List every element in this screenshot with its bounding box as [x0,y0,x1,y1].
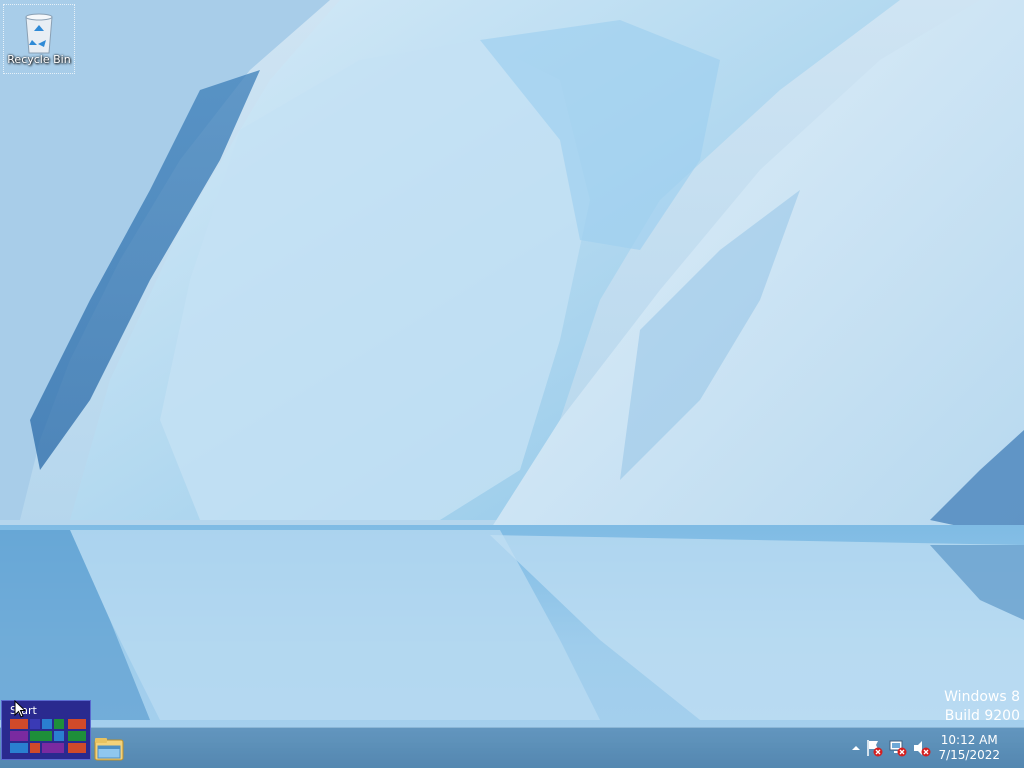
network-button[interactable] [888,738,908,758]
clock-date: 7/15/2022 [938,748,1000,762]
file-explorer-taskbar-button[interactable] [92,732,126,764]
clock[interactable]: 10:12 AM 7/15/2022 [938,733,1000,763]
volume-button[interactable] [912,738,932,758]
clock-time: 10:12 AM [940,733,998,747]
watermark-build: Build 9200 [944,708,1020,724]
mouse-cursor-icon [14,700,26,718]
chevron-up-icon [852,746,860,750]
desktop-wallpaper [0,0,1024,768]
show-hidden-icons-button[interactable] [850,740,862,756]
taskbar: 10:12 AM 7/15/2022 [0,727,1024,768]
recycle-bin-desktop-icon[interactable]: Recycle Bin [3,4,75,74]
build-watermark: Windows 8 Build 9200 [944,688,1020,726]
volume-muted-icon [914,741,931,757]
watermark-os-name: Windows 8 [944,689,1020,705]
action-center-button[interactable] [864,738,884,758]
desktop: Recycle Bin Windows 8 Build 9200 10:12 A… [0,0,1024,768]
start-screen-tiles-icon [10,719,86,753]
action-center-flag-icon [867,740,883,757]
file-explorer-icon [94,738,124,761]
recycle-bin-label: Recycle Bin [7,53,71,66]
network-disconnected-icon [889,740,907,757]
recycle-bin-icon [25,13,53,54]
